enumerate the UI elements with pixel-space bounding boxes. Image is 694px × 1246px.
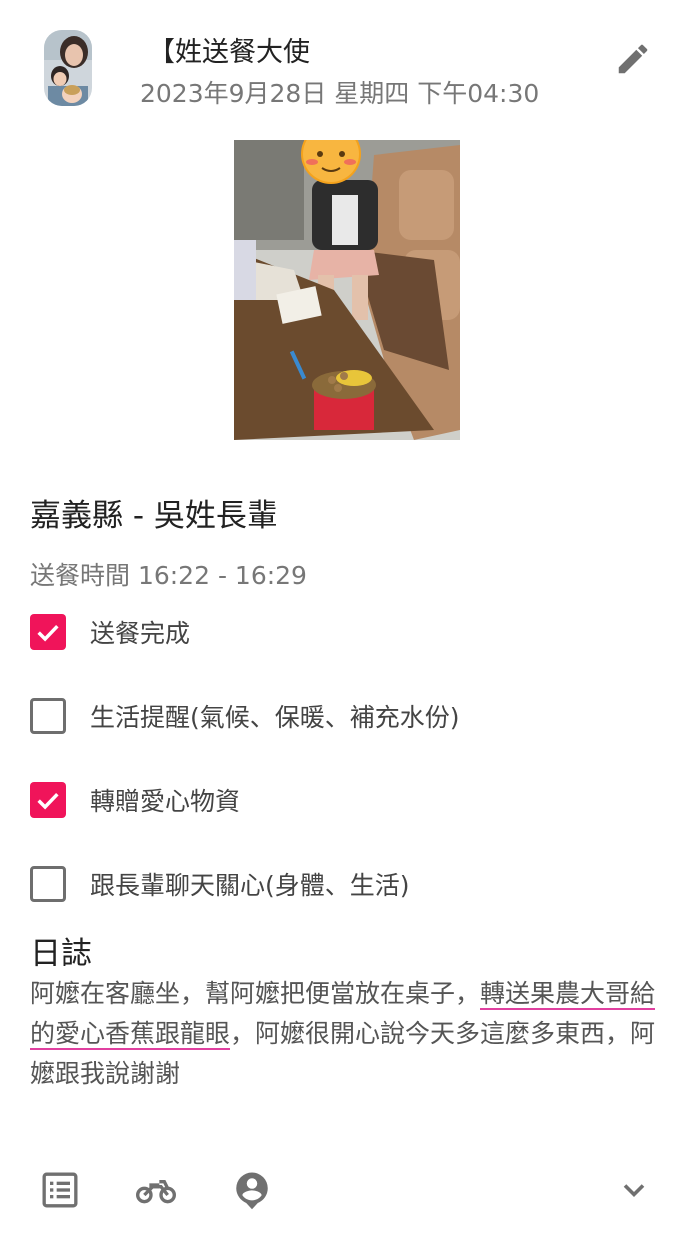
checkbox-checked[interactable]	[30, 614, 66, 650]
ride-button[interactable]	[132, 1166, 180, 1214]
account-icon	[236, 1172, 268, 1210]
delivery-time: 送餐時間 16:22 - 16:29	[30, 561, 307, 590]
checklist-item-chat-care[interactable]: 跟長輩聊天關心(身體、生活)	[30, 864, 410, 904]
motorcycle-icon	[136, 1180, 177, 1204]
chevron-down-icon	[623, 1184, 645, 1198]
list-button[interactable]	[36, 1166, 84, 1214]
checklist-label: 生活提醒(氣候、保暖、補充水份)	[90, 703, 460, 732]
expand-button[interactable]	[610, 1166, 658, 1214]
log-text: 阿嬤在客廳坐，幫阿嬤把便當放在桌子，	[30, 979, 481, 1008]
checklist-item-donated-supplies[interactable]: 轉贈愛心物資	[30, 780, 240, 820]
edit-button[interactable]	[610, 36, 656, 82]
checklist-item-meal-delivered[interactable]: 送餐完成	[30, 612, 190, 652]
checklist-label: 送餐完成	[90, 619, 191, 648]
log-body: 阿嬤在客廳坐，幫阿嬤把便當放在桌子，轉送果農大哥給的愛心香蕉跟龍眼，阿嬤很開心說…	[30, 974, 670, 1094]
avatar-photo	[44, 30, 92, 106]
profile-button[interactable]	[228, 1166, 276, 1214]
pencil-icon	[618, 44, 648, 74]
log-title: 日誌	[30, 936, 92, 972]
checkbox-checked[interactable]	[30, 782, 66, 818]
checkmark-icon	[37, 624, 59, 642]
checklist-label: 轉贈愛心物資	[90, 787, 241, 816]
avatar[interactable]	[44, 30, 92, 106]
delivery-photo[interactable]	[234, 140, 460, 440]
checkbox-unchecked[interactable]	[30, 698, 66, 734]
delivery-photo-image	[234, 140, 460, 440]
post-header: 【姓送餐大使 2023年9月28日 星期四 下午04:30	[0, 0, 694, 120]
recipient-title: 嘉義縣 - 吳姓長輩	[30, 498, 278, 534]
checklist-label: 跟長輩聊天關心(身體、生活)	[90, 871, 410, 900]
checkmark-icon	[37, 792, 59, 810]
author-name: 【姓送餐大使	[148, 37, 310, 68]
checklist-item-life-reminder[interactable]: 生活提醒(氣候、保暖、補充水份)	[30, 696, 460, 736]
bottom-toolbar	[0, 1160, 694, 1220]
post-datetime: 2023年9月28日 星期四 下午04:30	[140, 79, 540, 108]
list-icon	[42, 1172, 78, 1208]
checkbox-unchecked[interactable]	[30, 866, 66, 902]
